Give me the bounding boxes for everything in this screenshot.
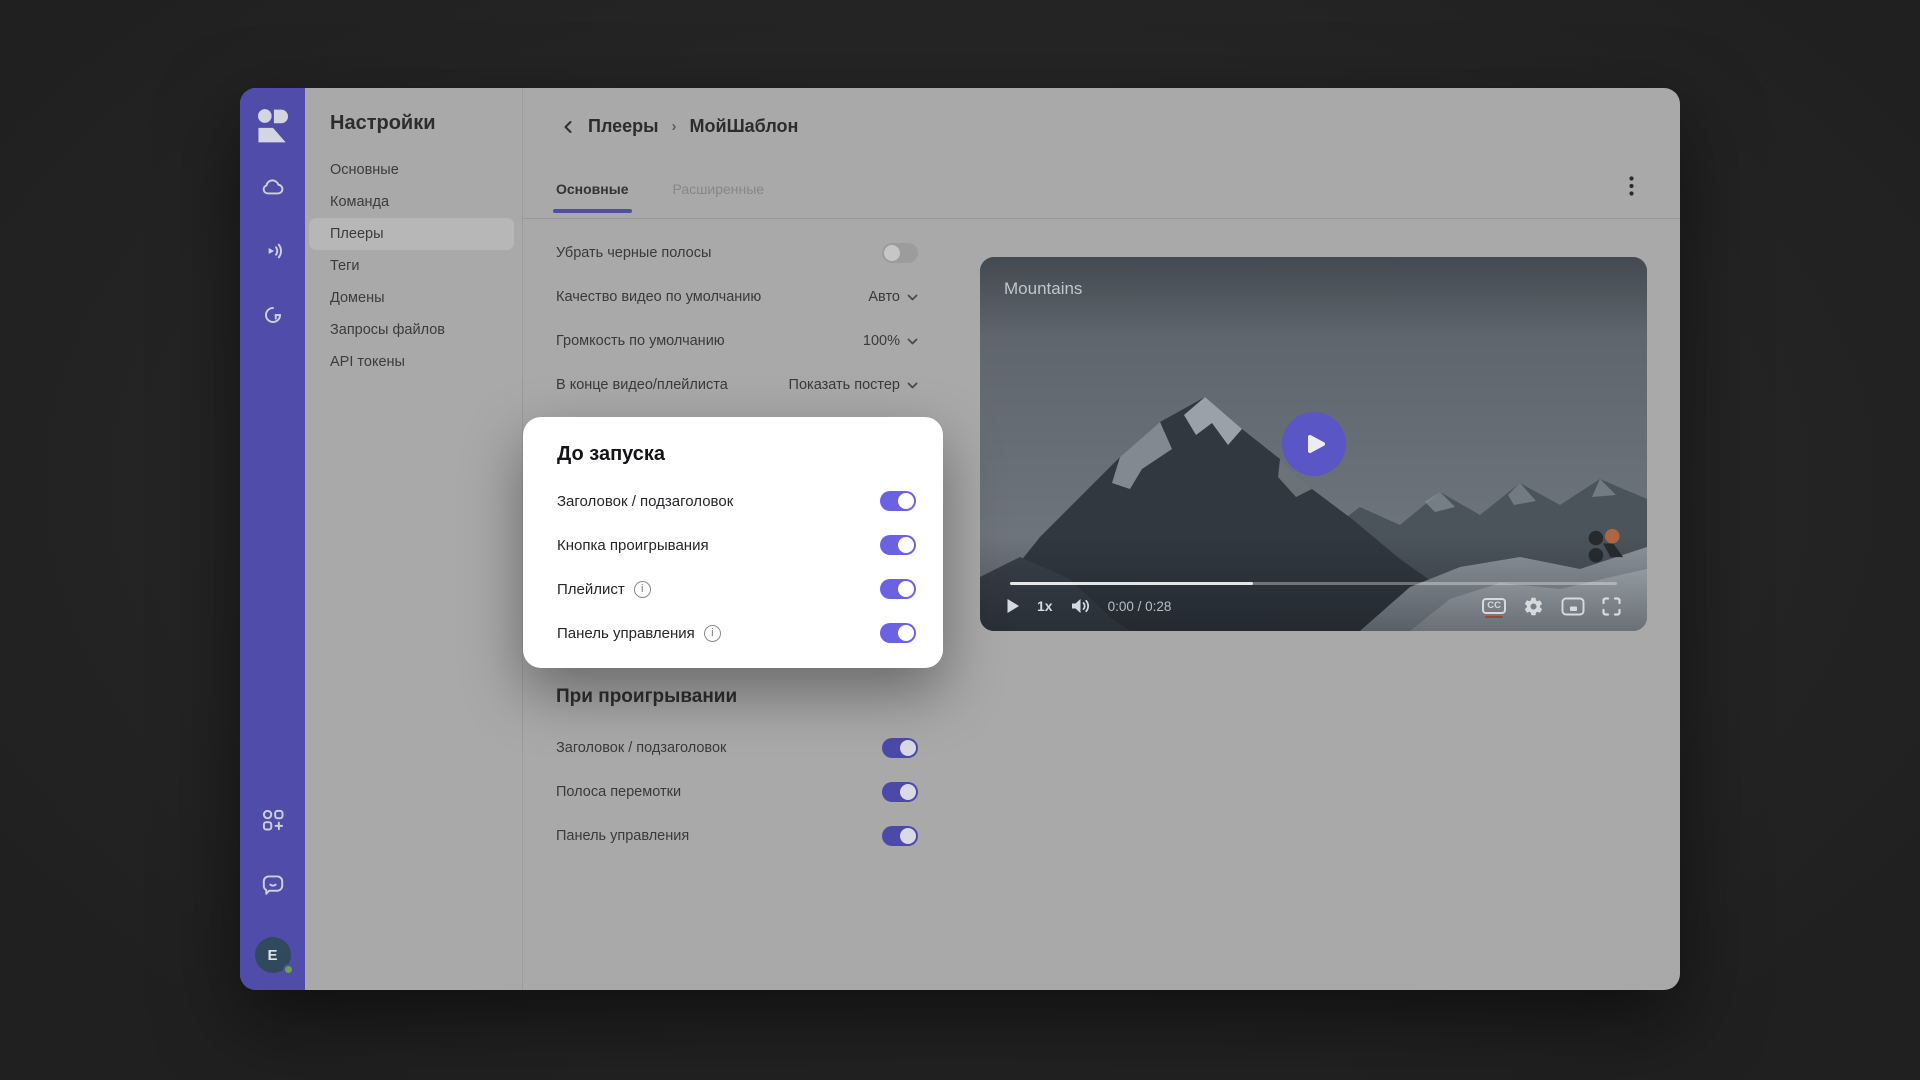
control-panel-toggle[interactable]	[882, 826, 918, 846]
sidebar-title: Настройки	[330, 112, 436, 135]
chevron-down-icon	[907, 294, 918, 301]
player-settings-rows: Убрать черные полосы Качество видео по у…	[556, 231, 918, 407]
modal-row-title-subtitle: Заголовок / подзаголовок	[557, 479, 916, 523]
info-icon[interactable]: i	[704, 625, 721, 642]
sidebar-item-api-tokeny[interactable]: API токены	[309, 346, 514, 378]
sidebar-item-pleery[interactable]: Плееры	[309, 218, 514, 250]
pip-icon[interactable]	[1561, 597, 1585, 616]
big-play-button[interactable]	[1282, 412, 1346, 476]
playback-section: При проигрывании Заголовок / подзаголово…	[556, 686, 918, 858]
chevron-down-icon	[907, 382, 918, 389]
modal-title: До запуска	[557, 443, 665, 466]
volume-select[interactable]: 100%	[863, 333, 918, 349]
back-button[interactable]	[561, 119, 575, 135]
sidebar-item-komanda[interactable]: Команда	[309, 186, 514, 218]
modal-row-play-button: Кнопка проигрывания	[557, 523, 916, 567]
playback-title-toggle[interactable]	[882, 738, 918, 758]
video-title: Mountains	[1004, 279, 1082, 299]
setting-row-quality: Качество видео по умолчанию Авто	[556, 275, 918, 319]
avatar[interactable]: E	[255, 937, 291, 973]
online-status-dot	[283, 964, 294, 975]
info-icon[interactable]: i	[634, 581, 651, 598]
modal-row-playlist: Плейлист i	[557, 567, 916, 611]
seek-bar-loaded	[1010, 582, 1253, 585]
playback-row-control-panel: Панель управления	[556, 814, 918, 858]
playback-section-title: При проигрывании	[556, 686, 918, 708]
kinescope-watermark-icon	[1585, 528, 1625, 573]
captions-button[interactable]: CC	[1482, 598, 1506, 615]
playback-speed-button[interactable]: 1x	[1037, 598, 1053, 614]
seekbar-toggle[interactable]	[882, 782, 918, 802]
playback-row-title-subtitle: Заголовок / подзаголовок	[556, 726, 918, 770]
player-controls: 1x 0:00 / 0:28 CC	[1006, 593, 1621, 619]
volume-icon[interactable]	[1070, 597, 1091, 615]
tab-osnovnye[interactable]: Основные	[556, 181, 629, 213]
settings-window: E Настройки Основные Команда Плееры Теги…	[240, 88, 1680, 990]
sidebar-item-osnovnye[interactable]: Основные	[309, 154, 514, 186]
setting-row-black-bars: Убрать черные полосы	[556, 231, 918, 275]
breadcrumb-separator-icon: ›	[672, 118, 677, 135]
nav-rail: E	[240, 88, 305, 990]
pre-launch-modal: До запуска Заголовок / подзаголовок Кноп…	[523, 417, 943, 668]
more-menu-button[interactable]	[1623, 172, 1640, 205]
title-subtitle-toggle[interactable]	[880, 491, 916, 511]
breadcrumb: Плееры › МойШаблон	[561, 116, 798, 137]
app: E Настройки Основные Команда Плееры Теги…	[0, 0, 1920, 1080]
fullscreen-icon[interactable]	[1602, 597, 1621, 616]
black-bars-toggle[interactable]	[882, 243, 918, 263]
kinescope-logo-icon[interactable]	[253, 106, 293, 146]
breadcrumb-parent[interactable]: Плееры	[588, 116, 659, 137]
breadcrumb-current: МойШаблон	[690, 116, 799, 137]
player-settings-gear-icon[interactable]	[1523, 596, 1544, 617]
sidebar-item-tegi[interactable]: Теги	[309, 250, 514, 282]
sidebar-list: Основные Команда Плееры Теги Домены Запр…	[309, 154, 514, 378]
modal-control-panel-toggle[interactable]	[880, 623, 916, 643]
videos-library-icon[interactable]	[260, 175, 286, 201]
player-preview[interactable]: Mountains	[980, 257, 1647, 631]
sidebar-item-domeny[interactable]: Домены	[309, 282, 514, 314]
quality-select[interactable]: Авто	[868, 289, 918, 305]
reports-icon[interactable]	[260, 302, 286, 328]
play-button[interactable]	[1006, 598, 1020, 614]
setting-row-end-of-video: В конце видео/плейлиста Показать постер	[556, 363, 918, 407]
play-button-toggle[interactable]	[880, 535, 916, 555]
avatar-initial: E	[267, 947, 277, 964]
tabs: Основные Расширенные	[556, 181, 764, 213]
end-of-video-select[interactable]: Показать постер	[789, 377, 918, 393]
settings-sidebar: Настройки Основные Команда Плееры Теги Д…	[305, 88, 523, 990]
modal-row-control-panel: Панель управления i	[557, 611, 916, 655]
seek-bar[interactable]	[1010, 582, 1617, 585]
sidebar-item-zaprosy-failov[interactable]: Запросы файлов	[309, 314, 514, 346]
apps-add-icon[interactable]	[260, 807, 286, 833]
playlist-toggle[interactable]	[880, 579, 916, 599]
time-display: 0:00 / 0:28	[1108, 599, 1172, 614]
support-chat-icon[interactable]	[260, 871, 286, 897]
tab-rasshirennye[interactable]: Расширенные	[673, 181, 765, 213]
setting-row-volume: Громкость по умолчанию 100%	[556, 319, 918, 363]
tabs-divider	[523, 218, 1680, 219]
chevron-down-icon	[907, 338, 918, 345]
playback-row-seekbar: Полоса перемотки	[556, 770, 918, 814]
broadcast-icon[interactable]	[260, 238, 286, 264]
